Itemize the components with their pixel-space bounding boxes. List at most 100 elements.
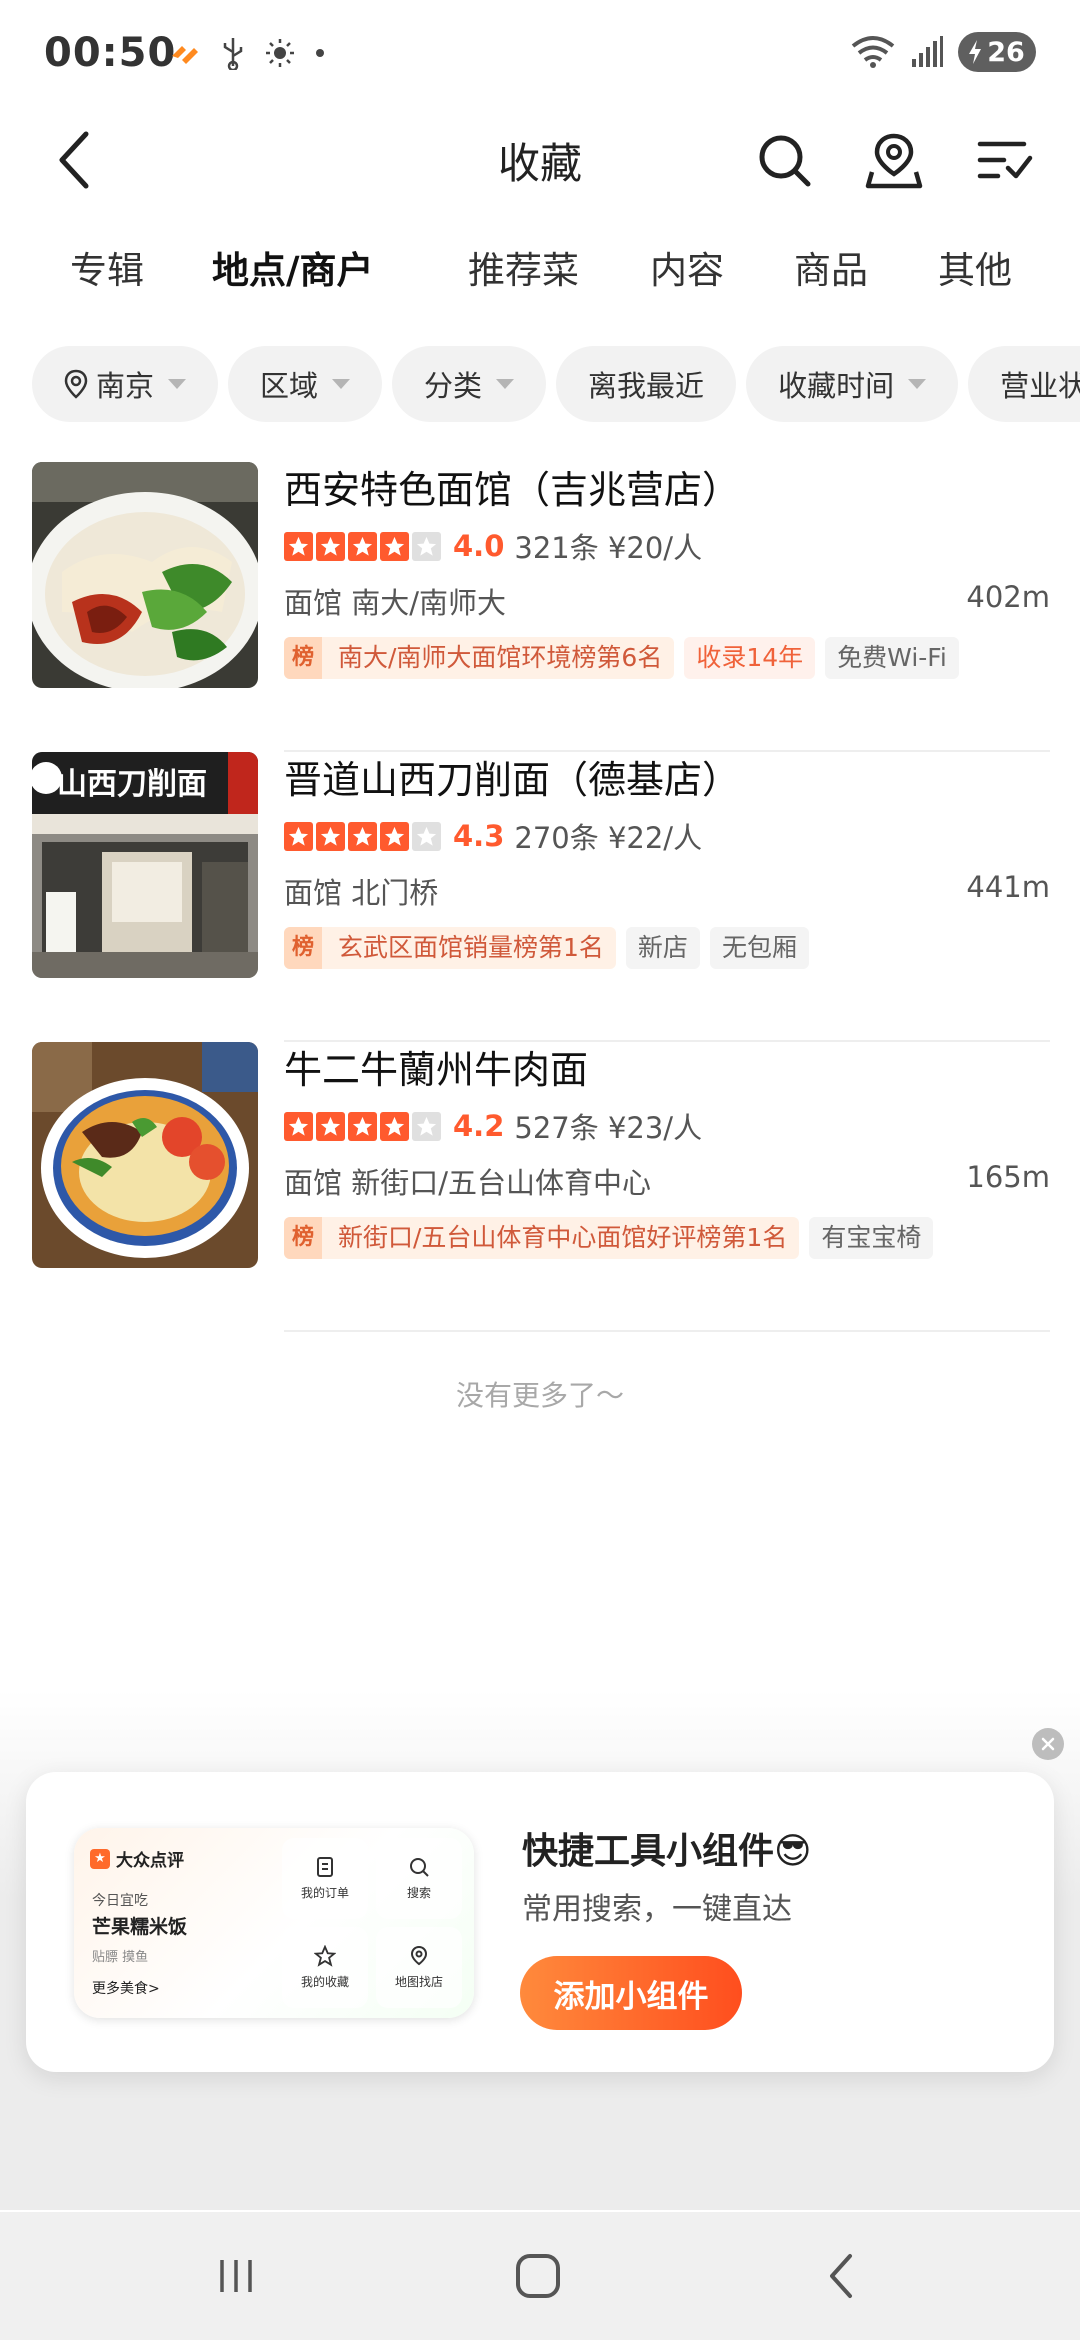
star-rating xyxy=(284,821,441,851)
location-pin-icon xyxy=(64,369,88,399)
filter-city[interactable]: 南京 xyxy=(32,346,219,422)
close-icon xyxy=(1041,1737,1055,1751)
header: 收藏 xyxy=(0,110,1080,210)
rating-score: 4.3 xyxy=(453,819,505,853)
reviews-price: 321条 ¥20/人 xyxy=(514,531,703,565)
widget-shortcuts: 我的订单 搜索 我的收藏 地图找店 xyxy=(282,1838,462,2008)
home-button[interactable] xyxy=(508,2246,568,2306)
map-pin-icon xyxy=(410,1945,428,1966)
item-body: 牛二牛蘭州牛肉面 4.2 527条 ¥23/人 面馆 新街口/五台山体育中心 1… xyxy=(284,1042,1050,1260)
tags-row: 榜玄武区面馆销量榜第1名 新店 无包厢 xyxy=(284,926,1050,970)
usb-icon xyxy=(223,38,243,70)
search-icon xyxy=(410,1858,429,1877)
filter-bar: 南京 区域 分类 离我最近 收藏时间 营业状态 xyxy=(32,346,1080,422)
star-icon xyxy=(284,1111,313,1141)
star-icon xyxy=(380,1111,409,1141)
end-of-list-text: 没有更多了～ xyxy=(455,1379,624,1412)
ranking-tag[interactable]: 榜新街口/五台山体育中心面馆好评榜第1名 xyxy=(284,1217,800,1259)
star-icon xyxy=(380,821,409,851)
filter-nearest[interactable]: 离我最近 xyxy=(556,346,737,422)
brand-logo-icon: ★ xyxy=(90,1848,110,1869)
storefront-sign: 山西刀削面 xyxy=(57,767,207,802)
ranking-tag[interactable]: 榜玄武区面馆销量榜第1名 xyxy=(284,927,616,969)
system-back-button[interactable] xyxy=(812,2246,872,2306)
star-icon xyxy=(316,1111,345,1141)
filter-category[interactable]: 分类 xyxy=(392,346,547,422)
dropdown-caret-icon xyxy=(908,379,927,389)
search-button[interactable] xyxy=(748,124,820,196)
list-item[interactable]: 牛二牛蘭州牛肉面 4.2 527条 ¥23/人 面馆 新街口/五台山体育中心 1… xyxy=(0,1042,1080,1332)
category-area: 面馆 北门桥 xyxy=(284,876,439,910)
category-area: 面馆 新街口/五台山体育中心 xyxy=(284,1166,651,1200)
list-item[interactable]: 西安特色面馆（吉兆营店） 4.0 321条 ¥20/人 面馆 南大/南师大 40… xyxy=(0,462,1080,752)
wifi-icon xyxy=(851,36,895,68)
widget-orders: 我的订单 xyxy=(282,1838,368,1919)
rating-row: 4.2 527条 ¥23/人 xyxy=(284,1104,1050,1148)
star-icon xyxy=(284,821,313,851)
star-rating xyxy=(284,1111,441,1141)
filter-area[interactable]: 区域 xyxy=(228,346,383,422)
widget-dish: 芒果糯米饭 xyxy=(92,1916,188,1938)
add-widget-button[interactable]: 添加小组件 xyxy=(520,1956,742,2030)
recent-apps-button[interactable] xyxy=(206,2246,266,2306)
filter-hours[interactable]: 营业状态 xyxy=(968,346,1080,422)
distance: 165m xyxy=(966,1160,1050,1194)
rank-badge-icon: 榜 xyxy=(284,1217,322,1259)
meta-row: 面馆 北门桥 441m xyxy=(284,870,1050,914)
years-tag: 收录14年 xyxy=(684,637,816,679)
shop-thumbnail xyxy=(32,462,258,688)
rating-row: 4.3 270条 ¥22/人 xyxy=(284,814,1050,858)
favorites-list: 西安特色面馆（吉兆营店） 4.0 321条 ¥20/人 面馆 南大/南师大 40… xyxy=(0,462,1080,1332)
tab-albums[interactable]: 专辑 xyxy=(70,240,144,294)
popup-subtitle: 常用搜索，一键直达 xyxy=(522,1892,792,1927)
system-nav-bar xyxy=(0,2212,1080,2340)
distance: 441m xyxy=(966,870,1050,904)
close-popup-button[interactable] xyxy=(1032,1728,1064,1760)
tab-other[interactable]: 其他 xyxy=(938,240,1012,294)
ranking-tag[interactable]: 榜南大/南师大面馆环境榜第6名 xyxy=(284,637,675,679)
star-icon xyxy=(380,531,409,561)
divider xyxy=(284,1330,1050,1332)
tab-content[interactable]: 内容 xyxy=(650,240,724,294)
star-icon xyxy=(348,531,377,561)
item-body: 西安特色面馆（吉兆营店） 4.0 321条 ¥20/人 面馆 南大/南师大 40… xyxy=(284,462,1050,680)
status-icons-left xyxy=(168,36,326,70)
feature-tag: 免费Wi-Fi xyxy=(825,637,959,679)
rating-row: 4.0 321条 ¥20/人 xyxy=(284,524,1050,568)
star-icon xyxy=(284,531,313,561)
meta-row: 面馆 新街口/五台山体育中心 165m xyxy=(284,1160,1050,1204)
search-icon xyxy=(759,135,811,187)
dot-icon xyxy=(316,49,324,57)
map-button[interactable] xyxy=(858,124,930,196)
tags-row: 榜新街口/五台山体育中心面馆好评榜第1名 有宝宝椅 xyxy=(284,1216,1050,1260)
app-notification-icon xyxy=(172,46,198,64)
star-empty-icon xyxy=(412,821,441,851)
list-item[interactable]: 山西刀削面 晋道山西刀削面（德基店） 4.3 270条 ¥22/人 面馆 北门桥… xyxy=(0,752,1080,1042)
widget-today-label: 今日宜吃 xyxy=(92,1893,148,1909)
tab-dishes[interactable]: 推荐菜 xyxy=(468,240,579,294)
feature-tag: 有宝宝椅 xyxy=(809,1217,934,1259)
feature-tag: 无包厢 xyxy=(709,927,809,969)
star-empty-icon xyxy=(412,531,441,561)
rating-score: 4.0 xyxy=(453,529,505,563)
dropdown-caret-icon xyxy=(496,379,515,389)
dropdown-caret-icon xyxy=(168,379,187,389)
tab-products[interactable]: 商品 xyxy=(794,240,868,294)
star-rating xyxy=(284,531,441,561)
chevron-left-icon xyxy=(830,2254,852,2298)
shop-name: 牛二牛蘭州牛肉面 xyxy=(284,1048,589,1092)
reviews-price: 270条 ¥22/人 xyxy=(514,821,703,855)
tab-places[interactable]: 地点/商户 xyxy=(212,240,374,294)
recent-apps-icon xyxy=(220,2260,252,2292)
brightness-icon xyxy=(266,39,294,67)
brand-logo: ★ 大众点评 xyxy=(90,1846,184,1871)
map-pin-icon xyxy=(865,133,923,189)
widget-promo-card: ★ 大众点评 今日宜吃 芒果糯米饭 贴膘 摸鱼 更多美食> 我的订单 搜索 我的… xyxy=(26,1772,1054,2072)
manage-button[interactable] xyxy=(968,124,1040,196)
status-time: 00:50 xyxy=(44,30,177,76)
widget-favorites: 我的收藏 xyxy=(282,1927,368,2008)
shop-thumbnail: 山西刀削面 xyxy=(32,752,258,978)
filter-saved-time[interactable]: 收藏时间 xyxy=(746,346,959,422)
star-outline-icon xyxy=(314,1945,336,1967)
category-area: 面馆 南大/南师大 xyxy=(284,586,506,620)
